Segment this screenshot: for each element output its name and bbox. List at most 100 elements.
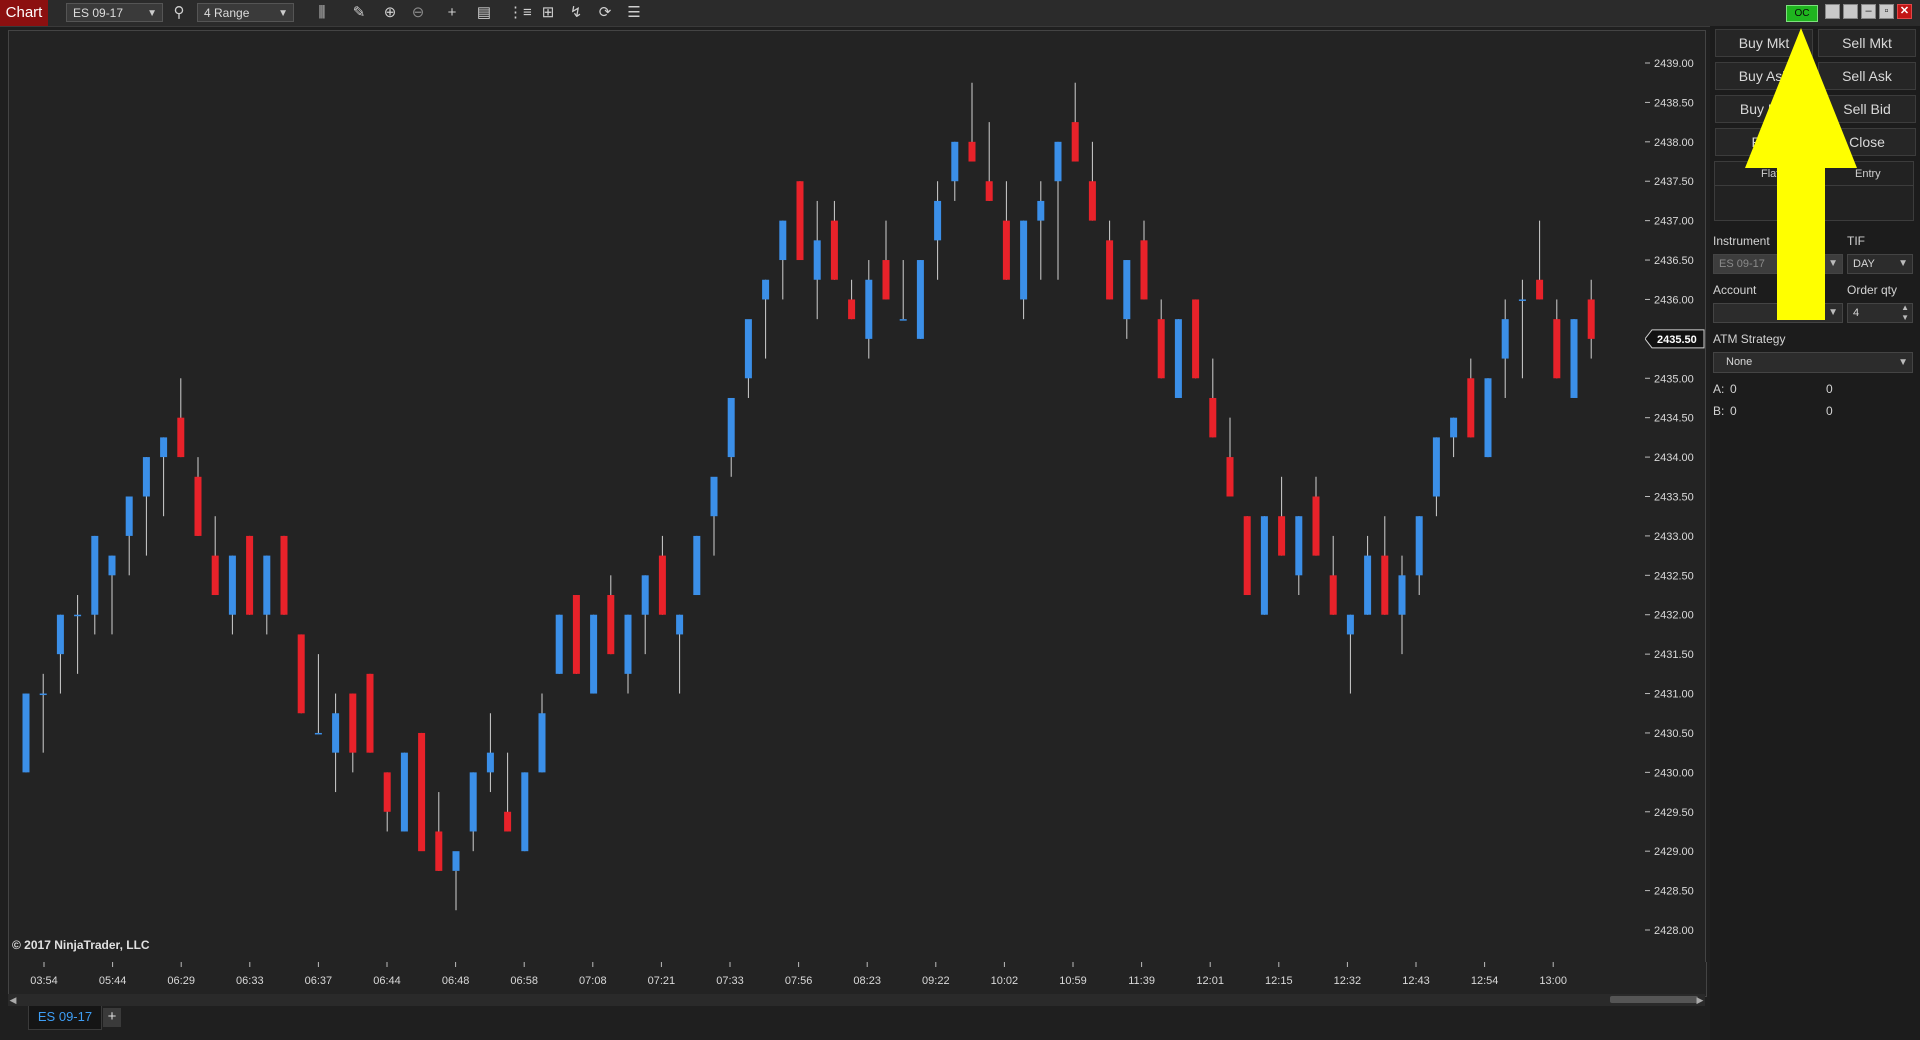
scroll-left-icon[interactable]: ◀ <box>8 994 18 1006</box>
time-tick-label: 12:01 <box>1196 975 1224 987</box>
candle-body <box>486 752 494 773</box>
time-tick-label: 10:02 <box>991 975 1019 987</box>
properties-list-icon[interactable]: ☰ <box>624 3 644 23</box>
time-tick-label: 06:58 <box>510 975 538 987</box>
time-tick-label: 12:43 <box>1402 975 1430 987</box>
candle-body <box>1088 181 1096 221</box>
candle-body <box>710 476 718 517</box>
chart-style-icon[interactable]: ⫼ <box>312 3 332 23</box>
layout-icon[interactable] <box>1825 4 1840 19</box>
time-tick-label: 08:23 <box>853 975 881 987</box>
reload-icon[interactable]: ⟳ <box>595 3 615 23</box>
indicators-icon[interactable]: ⋮≡ <box>508 3 532 23</box>
time-tick-label: 06:48 <box>442 975 470 987</box>
instrument-selector[interactable]: ES 09-17 ▼ <box>66 3 163 22</box>
candle-body <box>727 397 735 458</box>
chart-panel[interactable] <box>8 30 1647 964</box>
add-tab-button[interactable]: + <box>103 1008 121 1027</box>
maximize-icon[interactable]: ▫ <box>1879 4 1894 19</box>
candle-body <box>1140 240 1148 300</box>
price-tick-label: 2438.00 <box>1654 137 1694 149</box>
current-price-label: 2435.50 <box>1657 334 1697 346</box>
candle-body <box>1432 437 1440 497</box>
time-tick-label: 03:54 <box>30 975 58 987</box>
candle-body <box>91 535 99 615</box>
candle-body <box>744 319 752 379</box>
drawing-objects-icon[interactable]: ↯ <box>566 3 586 23</box>
candle-body <box>211 555 219 596</box>
candle-body <box>469 772 477 832</box>
candle-body <box>985 181 993 201</box>
candle-body <box>641 575 649 615</box>
crosshair-icon[interactable]: + <box>442 3 462 23</box>
atm-strategy-label: ATM Strategy <box>1713 332 1786 346</box>
atm-strategy-select[interactable]: None ▼ <box>1713 352 1913 373</box>
price-tick-label: 2433.50 <box>1654 492 1694 504</box>
search-icon[interactable]: ⚲ <box>169 3 189 23</box>
price-tick-label: 2439.00 <box>1654 58 1694 70</box>
candle-body <box>228 555 236 615</box>
minimize-icon[interactable]: – <box>1861 4 1876 19</box>
price-chart-svg <box>22 82 1595 911</box>
scrollbar-thumb[interactable] <box>1610 996 1698 1003</box>
candle-body <box>1226 457 1234 497</box>
time-tick-label: 12:32 <box>1334 975 1362 987</box>
price-tick-label: 2430.50 <box>1654 728 1694 740</box>
chevron-down-icon: ▼ <box>147 8 157 19</box>
drawing-tool-pencil-icon[interactable]: ✎ <box>349 3 369 23</box>
candle-body <box>1329 575 1337 615</box>
price-tick-label: 2434.00 <box>1654 452 1694 464</box>
time-tick-label: 06:33 <box>236 975 264 987</box>
time-tick-label: 06:44 <box>373 975 401 987</box>
a-value-2: 0 <box>1826 382 1833 396</box>
time-tick-label: 11:39 <box>1128 975 1155 987</box>
spinner-arrows-icon[interactable]: ▲ ▼ <box>1901 303 1909 323</box>
candle-body <box>899 319 907 321</box>
bar-type-selector[interactable]: 4 Range ▼ <box>197 3 294 22</box>
candle-body <box>865 279 873 339</box>
candle-body <box>1553 319 1561 379</box>
price-axis[interactable]: 2439.00 2438.50 2438.00 2437.50 2437.00 2436.… <box>1644 30 1706 964</box>
scroll-right-icon[interactable]: ▶ <box>1695 994 1705 1006</box>
candle-body <box>1312 496 1320 556</box>
candle-body <box>22 693 30 773</box>
price-tick-label: 2435.00 <box>1654 373 1694 385</box>
candle-body <box>1037 200 1045 221</box>
layout-icon-2[interactable] <box>1843 4 1858 19</box>
time-tick-label: 06:29 <box>167 975 195 987</box>
candle-body <box>1450 417 1458 438</box>
candle-body <box>1415 516 1423 576</box>
price-tick-label: 2436.00 <box>1654 294 1694 306</box>
candle-body <box>452 851 460 871</box>
chart-scrollbar[interactable]: ◀ ▶ <box>8 994 1705 1006</box>
candle-body <box>194 476 202 536</box>
bar-type-selector-value: 4 Range <box>204 6 250 20</box>
candle-body <box>830 220 838 280</box>
copyright-text: © 2017 NinjaTrader, LLC <box>12 938 150 952</box>
candle-body <box>796 181 804 261</box>
time-tick-label: 07:08 <box>579 975 607 987</box>
candle-body <box>74 614 82 617</box>
zoom-in-icon[interactable]: ⊕ <box>380 3 400 23</box>
time-axis[interactable]: 03:54 05:44 06:29 06:33 06:37 06:44 06:48 06:58… <box>8 962 1707 997</box>
close-window-icon[interactable]: ✕ <box>1897 4 1912 19</box>
candle-body <box>1484 378 1492 458</box>
candle-body <box>1192 299 1200 379</box>
connection-status-badge[interactable]: OC <box>1786 5 1818 22</box>
candle-body <box>934 200 942 241</box>
chart-toolbar: Chart ES 09-17 ▼ ⚲ 4 Range ▼ ⫼ ✎ ⊕ ⊖ + ▤… <box>0 0 1920 27</box>
atm-strategy-value: None <box>1726 356 1753 368</box>
candle-body <box>624 614 632 674</box>
tab-es-09-17[interactable]: ES 09-17 <box>28 1006 102 1030</box>
candle-body <box>1570 319 1578 398</box>
b-value-2: 0 <box>1826 404 1833 418</box>
candle-body <box>1123 260 1131 320</box>
zoom-out-icon[interactable]: ⊖ <box>408 3 428 23</box>
data-box-icon[interactable]: ▤ <box>474 3 494 23</box>
strategies-icon[interactable]: ⊞ <box>538 3 558 23</box>
chart-window-label: Chart <box>0 0 48 26</box>
candle-body <box>1467 378 1475 438</box>
candle-body <box>779 220 787 261</box>
instrument-selector-value: ES 09-17 <box>73 6 124 20</box>
price-tick-label: 2433.00 <box>1654 531 1694 543</box>
